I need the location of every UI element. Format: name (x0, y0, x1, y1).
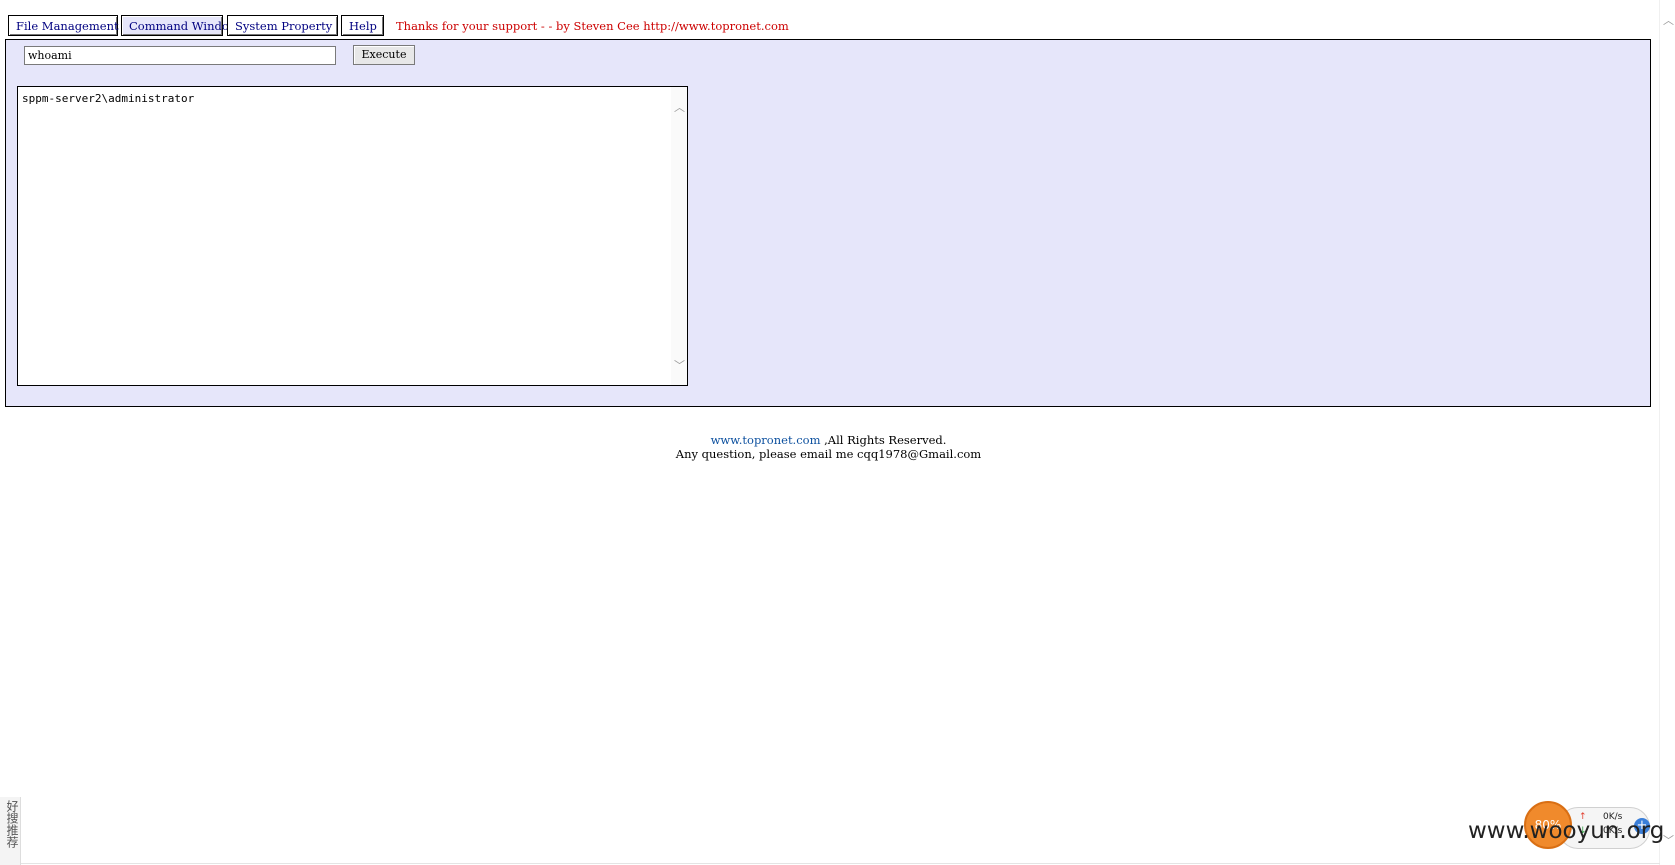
scroll-down-icon[interactable]: ﹀ (674, 357, 685, 373)
output-text: sppm-server2\administrator (22, 92, 195, 105)
bottom-divider (21, 863, 1660, 864)
footer-link[interactable]: www.topronet.com (711, 433, 821, 447)
tab-file-management[interactable]: File Management (8, 15, 119, 36)
command-output[interactable]: sppm-server2\administrator ︿ ﹀ (17, 86, 688, 386)
scroll-up-icon[interactable]: ︿ (674, 99, 685, 115)
tab-help[interactable]: Help (341, 15, 384, 36)
footer-contact: Any question, please email me cqq1978@Gm… (675, 447, 982, 461)
command-panel: Execute sppm-server2\administrator ︿ ﹀ (5, 39, 1651, 407)
output-scrollbar[interactable]: ︿ ﹀ (671, 87, 687, 385)
recommend-strip[interactable]: 好搜推荐 (0, 797, 21, 865)
page-scroll-up-icon[interactable]: ︿ (1663, 12, 1674, 28)
command-input[interactable] (24, 46, 336, 65)
footer-rights-line: www.topronet.com ,All Rights Reserved. (0, 433, 1657, 447)
page-scrollbar[interactable]: ︿ ﹀ (1659, 0, 1675, 865)
thanks-message: Thanks for your support - - by Steven Ce… (396, 19, 789, 33)
footer-rights: ,All Rights Reserved. (820, 433, 947, 447)
execute-button[interactable]: Execute (353, 45, 415, 65)
watermark: www.wooyun.org (1468, 818, 1665, 844)
tab-system-property[interactable]: System Property (227, 15, 338, 36)
tab-command-window[interactable]: Command Window (121, 15, 239, 36)
footer: www.topronet.com ,All Rights Reserved. A… (0, 433, 1657, 461)
page-scroll-down-icon[interactable]: ﹀ (1663, 832, 1674, 848)
